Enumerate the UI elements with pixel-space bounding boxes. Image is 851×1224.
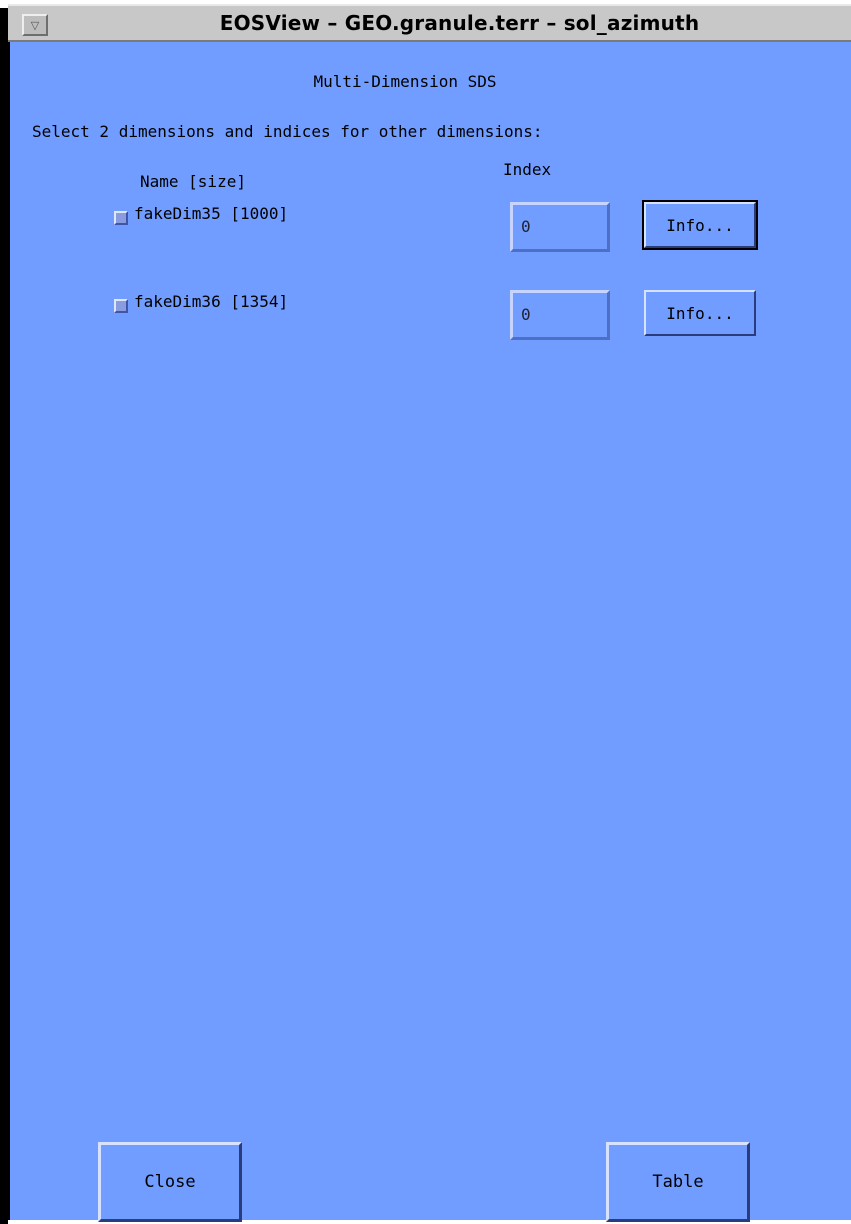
dimension-label: fakeDim35 [1000] [134,204,289,223]
column-header-index: Index [503,160,552,179]
close-button[interactable]: Close [98,1142,242,1222]
dimension-checkbox[interactable] [114,299,128,313]
eosview-window: ▽ EOSView – GEO.granule.terr – sol_azimu… [8,4,851,1222]
index-input[interactable]: 0 [510,290,610,340]
title-bar[interactable]: ▽ EOSView – GEO.granule.terr – sol_azimu… [8,4,851,42]
dialog-prompt: Select 2 dimensions and indices for othe… [32,122,543,141]
dimension-label: fakeDim36 [1354] [134,292,289,311]
dialog-panel: Multi-Dimension SDS Select 2 dimensions … [8,42,851,1222]
column-header-name: Name [size] [140,172,246,191]
dimension-row: fakeDim36 [1354] 0 Info... [10,290,851,350]
index-input[interactable]: 0 [510,202,610,252]
table-button[interactable]: Table [606,1142,750,1222]
dialog-heading: Multi-Dimension SDS [313,72,497,91]
window-left-edge [0,8,8,1224]
info-button[interactable]: Info... [644,290,756,336]
info-button[interactable]: Info... [642,200,758,250]
window-menu-button[interactable]: ▽ [22,14,48,36]
dimension-checkbox[interactable] [114,211,128,225]
triangle-down-icon: ▽ [30,18,40,32]
window-title: EOSView – GEO.granule.terr – sol_azimuth [219,11,700,35]
dimension-row: fakeDim35 [1000] 0 Info... [10,200,851,262]
